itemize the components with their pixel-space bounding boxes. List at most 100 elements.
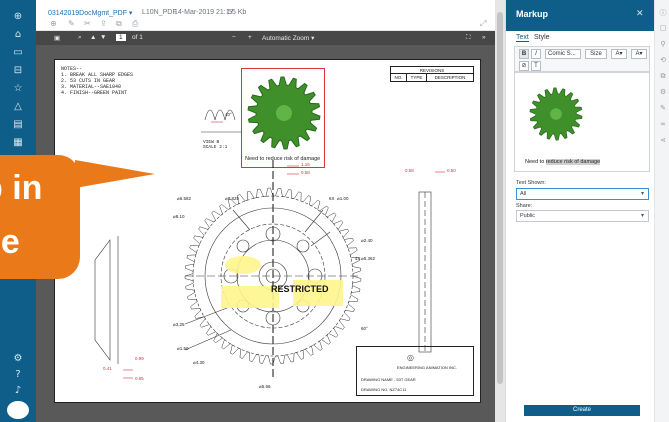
link-icon[interactable]: ∞ xyxy=(658,120,668,128)
dimension-label: ⌀8.825 xyxy=(225,196,239,201)
callout-bubble: p in ce xyxy=(0,155,80,279)
presentation-mode-icon[interactable]: ⛶ xyxy=(466,34,471,42)
comment-icon[interactable]: ▢ xyxy=(658,24,668,32)
report-icon[interactable]: ▦ xyxy=(8,136,28,150)
highlight-color-button[interactable]: A▾ xyxy=(631,49,647,59)
drawing-number: DRAWING NO. NZ74C11 xyxy=(361,387,407,392)
folder-icon[interactable]: ▭ xyxy=(8,46,28,60)
sidebar-toggle-icon[interactable]: ▣ xyxy=(54,34,60,42)
font-size-select[interactable]: Size xyxy=(585,49,607,59)
zoom-out-button[interactable]: − xyxy=(232,34,236,41)
dimension-label: ⌀4.30 xyxy=(193,360,205,365)
callout-line-1: p in xyxy=(0,169,43,207)
chevron-down-icon: ▾ xyxy=(640,213,644,219)
page-number-input[interactable]: 1 xyxy=(116,34,126,41)
markup-panel-header: Markup ✕ xyxy=(506,0,655,31)
search-icon[interactable]: ⌕ xyxy=(78,34,82,42)
dimension-label: ⌀6.582 xyxy=(177,196,191,201)
font-family-select[interactable]: Comic S... xyxy=(545,49,581,59)
copy-icon[interactable]: ⧉ xyxy=(658,72,668,81)
markup-preview[interactable]: Need to reduce risk of damage xyxy=(514,72,650,172)
share-icon[interactable]: ⇪ xyxy=(100,19,107,28)
favorites-icon[interactable]: ☆ xyxy=(8,82,28,96)
create-button[interactable]: Create xyxy=(524,405,640,416)
dimension-label: ⌀2.40 xyxy=(361,238,373,243)
text-shown-value: All xyxy=(520,191,527,197)
dimension-label: ⌀1.00 xyxy=(337,196,349,201)
avatar[interactable] xyxy=(7,401,29,419)
pdf-viewer: NOTES-- 1. BREAK ALL SHARP EDGES 2. 53 C… xyxy=(36,45,495,422)
tab-style[interactable]: Style xyxy=(534,34,550,41)
tab-text[interactable]: Text xyxy=(516,34,529,42)
close-icon[interactable]: ✕ xyxy=(636,8,644,19)
text-shown-select[interactable]: All ▾ xyxy=(516,188,649,200)
callout-pointer xyxy=(75,160,155,188)
settings-icon[interactable]: ⚙ xyxy=(658,88,668,96)
more-tools-icon[interactable]: » xyxy=(482,34,486,41)
markup-panel: Markup ✕ Text Style B I Comic S... Size … xyxy=(505,0,655,422)
dimension-label: 1.16 xyxy=(301,162,310,167)
share-value: Public xyxy=(520,213,535,219)
notifications-icon[interactable]: ♪ xyxy=(8,384,28,398)
alert-icon[interactable]: △ xyxy=(8,100,28,114)
share-select[interactable]: Public ▾ xyxy=(516,210,649,222)
chevron-down-icon: ▾ xyxy=(640,191,644,197)
next-page-icon[interactable]: ▼ xyxy=(100,34,106,41)
inbox-icon[interactable]: ⊟ xyxy=(8,64,28,78)
dimension-label: ⌀5.56 xyxy=(259,384,271,389)
text-format-toolbar: B I Comic S... Size A▾ A▾ ⊘ T xyxy=(514,46,650,72)
edit-icon[interactable]: ✎ xyxy=(658,104,668,112)
dimension-label: ⌀8.10 xyxy=(173,214,185,219)
share-label: Share: xyxy=(516,203,533,209)
markup-panel-title: Markup xyxy=(516,9,549,19)
expand-icon[interactable]: ⤢ xyxy=(480,19,486,29)
viewer-scrollbar-thumb[interactable] xyxy=(497,12,503,384)
info-icon[interactable]: ⓘ xyxy=(658,8,668,18)
file-name-link[interactable]: 03142019DocMgmt_PDF ▾ xyxy=(48,9,132,17)
restricted-stamp[interactable]: RESTRICTED xyxy=(271,284,329,294)
dimension-label: 60° xyxy=(361,326,368,331)
copy-icon[interactable]: ⧉ xyxy=(116,19,122,29)
app-logo-icon[interactable]: ⊕ xyxy=(8,10,28,24)
print-icon[interactable]: ⎙ xyxy=(132,19,138,29)
dimension-label: 0.99 xyxy=(135,356,144,361)
previous-page-icon[interactable]: ▲ xyxy=(90,34,96,41)
pdf-toolbar: ▣ ⌕ ▲ ▼ 1 of 1 − + Automatic Zoom ▾ ⛶ » xyxy=(36,31,495,45)
note-prefix: Need to xyxy=(525,159,546,165)
cut-icon[interactable]: ✂ xyxy=(84,19,91,28)
pin-icon[interactable]: ⊕ xyxy=(50,19,57,28)
dimension-label: 0.58 xyxy=(405,168,414,173)
pin-icon[interactable]: ⚲ xyxy=(658,40,668,48)
text-shown-label: Text Shown: xyxy=(516,180,546,186)
dimension-label: ⌀5.362 xyxy=(361,256,375,261)
settings-icon[interactable]: ⚙ xyxy=(8,352,28,366)
italic-button[interactable]: I xyxy=(531,49,541,59)
highlight-ellipse[interactable] xyxy=(225,256,261,274)
document-header: 03142019DocMgmt_PDF ▾ L10N_PDF 14-Mar-20… xyxy=(36,0,495,31)
zoom-in-button[interactable]: + xyxy=(248,34,252,41)
history-icon[interactable]: ⟲ xyxy=(658,56,668,64)
gear-preview-icon xyxy=(529,87,583,141)
dimension-label: 4X xyxy=(355,256,361,261)
link-icon[interactable]: ⊘ xyxy=(519,61,529,71)
help-icon[interactable]: ? xyxy=(8,368,28,382)
document-icon[interactable]: ▤ xyxy=(8,118,28,132)
company-logo-icon: ◎ xyxy=(407,353,414,362)
drawing-sheet[interactable]: NOTES-- 1. BREAK ALL SHARP EDGES 2. 53 C… xyxy=(54,59,481,403)
bold-button[interactable]: B xyxy=(519,49,529,59)
dimension-label: 40° xyxy=(225,112,232,117)
font-color-button[interactable]: A▾ xyxy=(611,49,627,59)
dimension-label: 0.50 xyxy=(447,168,456,173)
app-root: ⊕ ⌂ ▭ ⊟ ☆ △ ▤ ▦ ▣ ∇ ⚙ ? ♪ 03142019DocMgm… xyxy=(0,0,669,422)
title-block: ◎ ENGINEERING ANIMATION INC. DRAWING NAM… xyxy=(356,346,474,396)
zoom-select[interactable]: Automatic Zoom ▾ xyxy=(262,34,314,42)
edit-icon[interactable]: ✎ xyxy=(68,19,75,28)
clear-format-icon[interactable]: T xyxy=(531,61,541,71)
drawing-name: DRAWING NAME - 53T GEAR xyxy=(361,377,416,382)
modified-date: 14-Mar-2019 21:17 xyxy=(174,9,234,16)
share-icon[interactable]: ⋖ xyxy=(658,136,668,144)
markup-preview-note: Need to reduce risk of damage xyxy=(525,159,601,165)
page-count: of 1 xyxy=(132,34,143,41)
home-icon[interactable]: ⌂ xyxy=(8,28,28,42)
dimension-label: 0.41 xyxy=(103,366,112,371)
